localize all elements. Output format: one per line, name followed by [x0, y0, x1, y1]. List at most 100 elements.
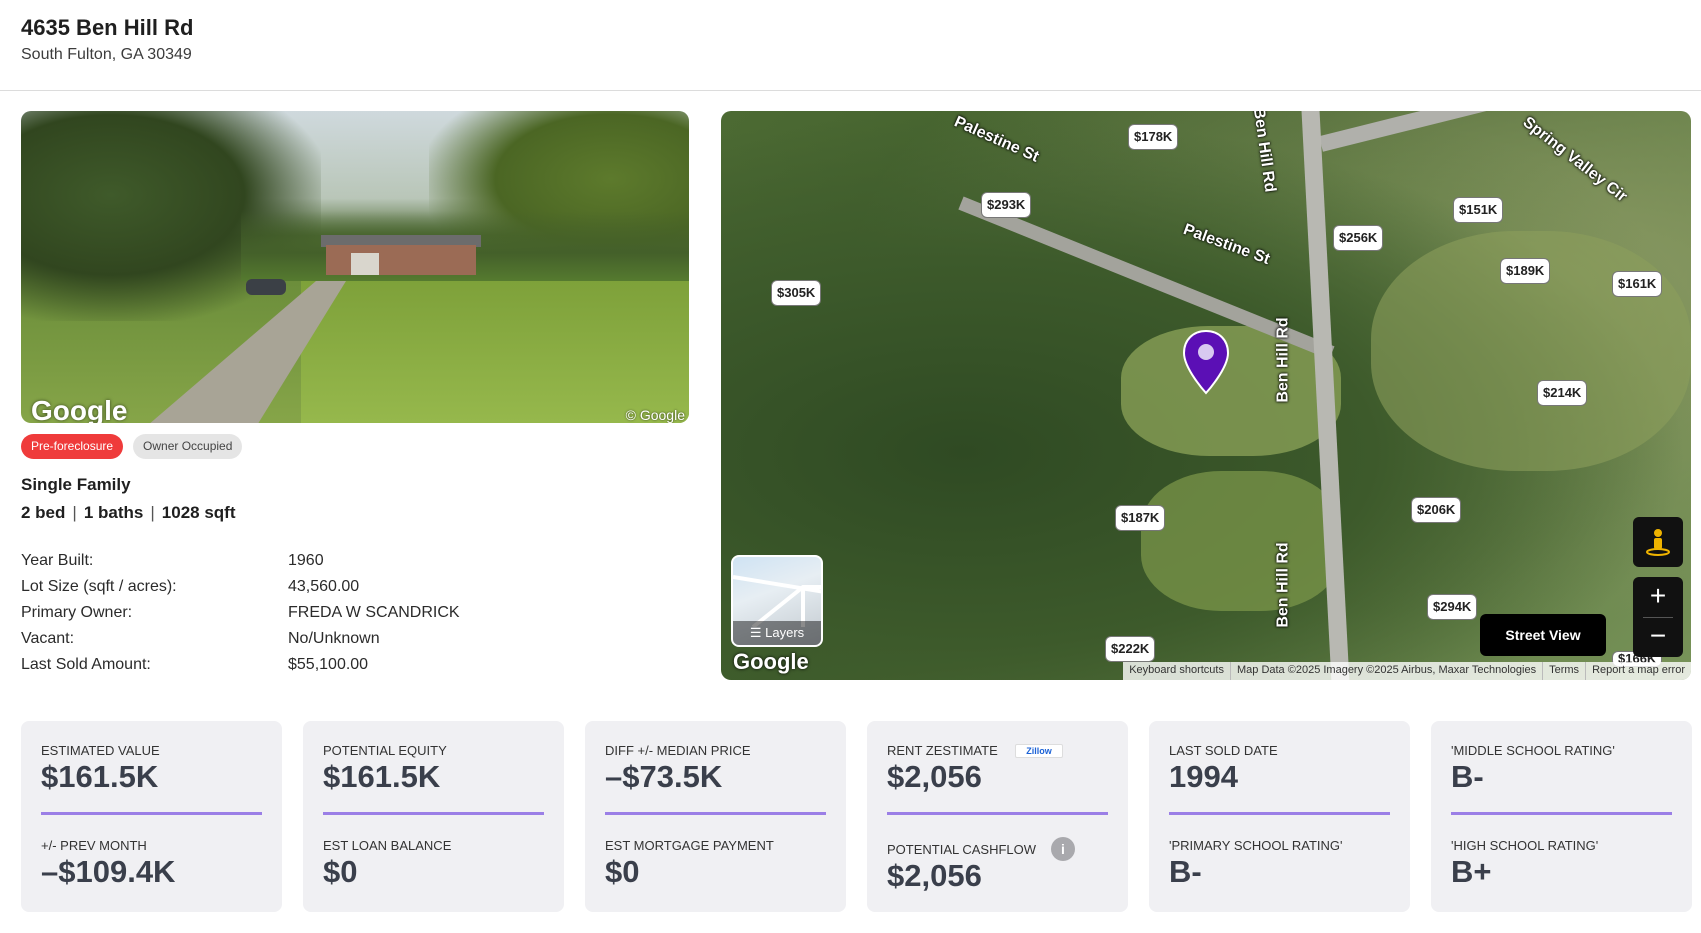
stat-label: Potential Cashflow — [887, 842, 1037, 857]
stat-value: B- — [1169, 854, 1202, 889]
price-marker[interactable]: $161K — [1612, 271, 1663, 297]
stat-value: B- — [1451, 759, 1484, 794]
fact-label: Lot Size (sqft / acres): — [21, 578, 177, 595]
stat-divider — [41, 812, 262, 815]
stat-divider — [605, 812, 826, 815]
stat-divider — [323, 812, 544, 815]
stat-label: 'Primary School Rating' — [1169, 838, 1343, 853]
zoom-control: + − — [1633, 577, 1683, 657]
price-marker[interactable]: $293K — [981, 192, 1032, 218]
price-marker[interactable]: $187K — [1115, 505, 1166, 531]
pegman-icon — [1646, 529, 1670, 556]
stat-value: $161.5K — [41, 759, 159, 794]
property-address: 4635 Ben Hill Rd — [21, 15, 194, 40]
fact-label: Vacant: — [21, 630, 75, 647]
fact-value: FREDA W SCANDRICK — [288, 604, 460, 621]
spec-separator: | — [72, 503, 77, 522]
fact-value: 43,560.00 — [288, 578, 360, 595]
stat-card-last-sold: Last Sold Date 1994 'Primary School Rati… — [1149, 721, 1410, 912]
stat-card-estimated-value: Estimated Value $161.5K +/- Prev Month –… — [21, 721, 282, 912]
stat-value: –$109.4K — [41, 854, 176, 889]
location-pin-icon — [1182, 329, 1230, 395]
spec-separator: | — [150, 503, 155, 522]
street-view-button[interactable]: Street View — [1480, 614, 1606, 656]
stat-value: –$73.5K — [605, 759, 723, 794]
property-specs: 2 bed | 1 baths | 1028 sqft — [21, 503, 235, 523]
fact-label: Last Sold Amount: — [21, 656, 151, 673]
layers-button[interactable]: ☰ Layers — [731, 555, 823, 647]
terms-link[interactable]: Terms — [1542, 662, 1585, 680]
satellite-map[interactable]: Palestine St Ben Hill Rd Palestine St Be… — [721, 111, 1691, 680]
price-marker[interactable]: $189K — [1500, 258, 1551, 284]
stat-label: +/- Prev Month — [41, 838, 147, 853]
property-city: South Fulton, GA 30349 — [21, 46, 192, 63]
map-data-text: Map Data ©2025 Imagery ©2025 Airbus, Max… — [1229, 662, 1542, 680]
map-attribution: Keyboard shortcuts Map Data ©2025 Imager… — [1123, 662, 1691, 680]
stat-label: Diff +/- Median Price — [605, 743, 751, 758]
map-clearing — [1141, 471, 1341, 611]
photo-lawn — [301, 281, 689, 423]
fact-value: 1960 — [288, 552, 324, 569]
stat-card-school-rating: 'Middle School Rating' B- 'High School R… — [1431, 721, 1692, 912]
price-marker[interactable]: $222K — [1105, 636, 1156, 662]
road-label: Palestine St — [1180, 221, 1273, 269]
price-marker[interactable]: $178K — [1128, 124, 1179, 150]
zillow-logo: Zillow — [1015, 744, 1063, 758]
property-type: Single Family — [21, 475, 131, 494]
price-marker[interactable]: $206K — [1411, 497, 1462, 523]
info-icon[interactable]: i — [1051, 837, 1075, 861]
stat-value: $0 — [323, 854, 358, 889]
layers-stack-icon: ☰ — [749, 625, 766, 640]
google-logo: Google — [31, 395, 128, 423]
stat-label: Estimated Value — [41, 743, 160, 758]
google-logo: Google — [733, 649, 809, 674]
status-badges: Pre-foreclosure Owner Occupied — [21, 434, 243, 459]
stat-value: $2,056 — [887, 759, 982, 794]
stat-divider — [1169, 812, 1390, 815]
baths: 1 baths — [83, 503, 144, 522]
stat-card-potential-equity: Potential Equity $161.5K Est Loan Balanc… — [303, 721, 564, 912]
road-label: Ben Hill Rd — [1274, 542, 1292, 628]
photo-copyright: © Google — [625, 407, 685, 423]
photo-car — [246, 279, 286, 295]
photo-garage — [351, 253, 379, 275]
stat-label: Rent Zestimate — [887, 743, 998, 758]
stat-label: Est Mortgage Payment — [605, 838, 774, 853]
sqft: 1028 sqft — [161, 503, 236, 522]
fact-label: Primary Owner: — [21, 604, 133, 621]
price-marker[interactable]: $151K — [1453, 197, 1504, 223]
beds: 2 bed — [21, 503, 66, 522]
price-marker[interactable]: $294K — [1427, 594, 1478, 620]
price-marker[interactable]: $305K — [771, 280, 822, 306]
keyboard-shortcuts-link[interactable]: Keyboard shortcuts — [1123, 662, 1230, 680]
zoom-in-button[interactable]: + — [1633, 577, 1683, 617]
pegman-button[interactable] — [1633, 517, 1683, 567]
layers-thumbnail-icon — [733, 575, 821, 629]
stat-label: Last Sold Date — [1169, 743, 1278, 758]
property-header: 4635 Ben Hill Rd South Fulton, GA 30349 — [0, 0, 1701, 91]
stat-value: 1994 — [1169, 759, 1238, 794]
layers-label: ☰ Layers — [733, 621, 821, 645]
map-road — [1319, 111, 1673, 152]
price-marker[interactable]: $214K — [1537, 380, 1588, 406]
zoom-out-button[interactable]: − — [1633, 617, 1683, 657]
street-photo[interactable]: Google © Google — [21, 111, 689, 423]
stat-cards: Estimated Value $161.5K +/- Prev Month –… — [21, 721, 1692, 912]
stat-label: 'Middle School Rating' — [1451, 743, 1615, 758]
stat-value: B+ — [1451, 854, 1492, 889]
stat-label: Est Loan Balance — [323, 838, 452, 853]
owner-occupied-badge: Owner Occupied — [133, 434, 243, 459]
price-marker[interactable]: $256K — [1333, 225, 1384, 251]
stat-card-median-diff: Diff +/- Median Price –$73.5K Est Mortga… — [585, 721, 846, 912]
stat-value: $0 — [605, 854, 640, 889]
stat-value: $161.5K — [323, 759, 441, 794]
road-label: Ben Hill Rd — [1274, 317, 1292, 403]
fact-value: $55,100.00 — [288, 656, 369, 673]
report-error-link[interactable]: Report a map error — [1585, 662, 1691, 680]
stat-card-rent-zestimate: Rent Zestimate Zillow $2,056 Potential C… — [867, 721, 1128, 912]
stat-label: Potential Equity — [323, 743, 447, 758]
stat-label: 'High School Rating' — [1451, 838, 1599, 853]
road-label: Spring Valley Cir — [1519, 113, 1631, 206]
fact-value: No/Unknown — [288, 630, 380, 647]
layers-text: Layers — [765, 625, 805, 640]
